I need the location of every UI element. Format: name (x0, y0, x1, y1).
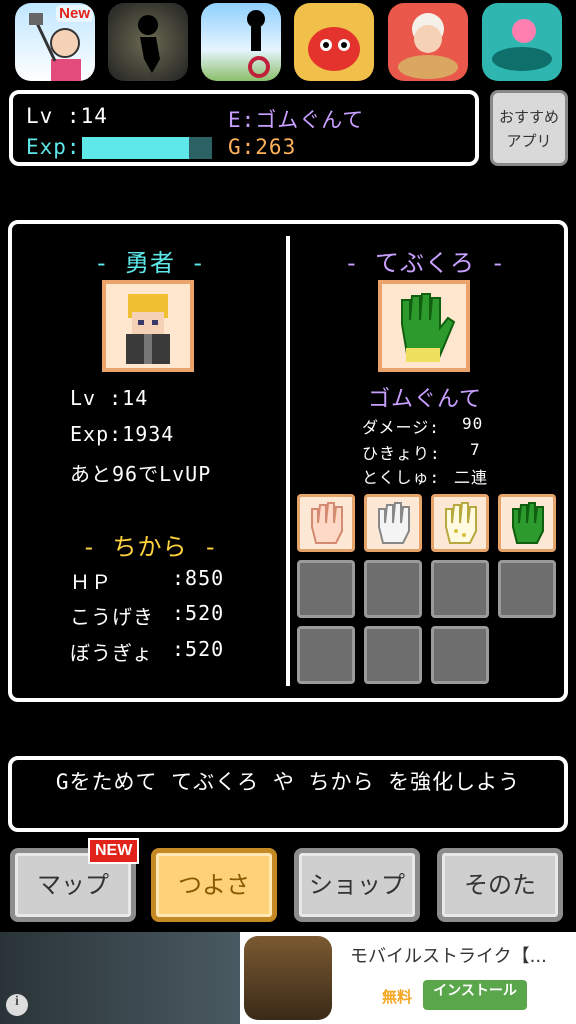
ad-background-image (0, 932, 240, 1024)
selfie-app-icon[interactable]: New (15, 3, 95, 81)
stat-defense-value: :520 (172, 637, 225, 661)
glove-slot-empty[interactable] (297, 560, 355, 618)
recommended-apps-button[interactable]: おすすめ アプリ (490, 90, 568, 166)
strength-button-label: つよさ (178, 871, 250, 899)
ad-title: モバイルストライク【... (350, 946, 547, 967)
hero-exp: Exp:1934 (70, 422, 175, 446)
grandma-face-icon (398, 13, 458, 79)
ad-banner[interactable]: i モバイルストライク【... 無料 インストール (0, 932, 576, 1024)
unicycle-silhouette-icon (247, 10, 270, 78)
grandma-app-icon[interactable] (388, 3, 468, 81)
glove-slot-bare-hand[interactable] (297, 494, 355, 552)
special-value: 二連 (454, 468, 489, 487)
gold-amount: G:263 (228, 135, 297, 159)
hero-title: - 勇者 - (94, 249, 206, 277)
recommended-label-1: おすすめ (498, 108, 559, 126)
ad-install-button[interactable]: インストール (423, 980, 527, 1010)
rubber-glove-small-icon (512, 502, 544, 544)
white-glove-icon (378, 502, 410, 544)
exp-label: Exp: (26, 135, 81, 159)
bare-hand-icon (311, 502, 343, 544)
shop-button-label: ショップ (309, 871, 405, 899)
other-button[interactable]: そのた (437, 848, 563, 922)
pink-ball-icon (492, 19, 552, 71)
red-dragon-icon (308, 27, 360, 71)
stat-hp-label: ＨＰ (70, 570, 112, 594)
exp-bar (82, 137, 212, 159)
stat-attack-label: こうげき (70, 605, 154, 629)
map-button-label: マップ (37, 871, 109, 899)
glove-slot-empty[interactable] (297, 626, 355, 684)
gloves-title: - てぶくろ - (344, 249, 506, 277)
ad-app-icon (244, 936, 332, 1020)
dotted-glove-icon (445, 502, 477, 544)
equipped-glove: E:ゴムぐんて (228, 108, 365, 132)
glove-slot-empty[interactable] (431, 560, 489, 618)
hero-portrait (102, 280, 194, 372)
ball-app-icon[interactable] (482, 3, 562, 81)
damage-label: ダメージ: (362, 418, 440, 437)
power-title: - ちから - (81, 533, 219, 561)
glove-slot-empty[interactable] (431, 626, 489, 684)
unicycle-app-icon[interactable] (201, 3, 281, 81)
glove-slot-empty[interactable] (364, 560, 422, 618)
glove-slot-empty[interactable] (364, 626, 422, 684)
flinch-value: 7 (470, 440, 481, 459)
ad-price: 無料 (382, 988, 413, 1006)
hero-sprite-icon (126, 294, 170, 364)
new-badge: New (56, 5, 93, 22)
glove-slot-empty[interactable] (498, 560, 556, 618)
special-label: とくしゅ: (362, 468, 441, 487)
map-new-badge: NEW (88, 838, 140, 864)
hero-level: Lv :14 (70, 386, 149, 410)
flinch-label: ひきょり: (362, 444, 441, 463)
glove-name: ゴムぐんて (368, 387, 482, 412)
panel-divider (286, 236, 290, 686)
rubber-glove-icon (401, 293, 456, 362)
glove-portrait (378, 280, 470, 372)
glove-slot-white-glove[interactable] (364, 494, 422, 552)
runner-silhouette-icon (138, 15, 160, 73)
glove-slot-rubber-glove[interactable] (498, 494, 556, 552)
hero-next-level: あと96でLvUP (70, 462, 212, 486)
exp-bar-fill (82, 137, 189, 159)
shop-button[interactable]: ショップ (294, 848, 420, 922)
glove-slot-dotted-glove[interactable] (431, 494, 489, 552)
stat-hp-value: :850 (172, 566, 225, 590)
recommended-label-2: アプリ (506, 132, 552, 150)
strength-button[interactable]: つよさ (151, 848, 277, 922)
shadow-runner-app-icon[interactable] (108, 3, 188, 81)
dragon-puzzle-app-icon[interactable] (294, 3, 374, 81)
hint-message: Gをためて てぶくろ や ちから を強化しよう (55, 770, 521, 794)
stat-attack-value: :520 (172, 601, 225, 625)
damage-value: 90 (462, 414, 484, 433)
stat-defense-label: ぼうぎょ (70, 641, 153, 665)
player-level: Lv :14 (26, 104, 108, 128)
other-button-label: そのた (464, 871, 536, 899)
ad-info-icon[interactable]: i (6, 994, 28, 1016)
